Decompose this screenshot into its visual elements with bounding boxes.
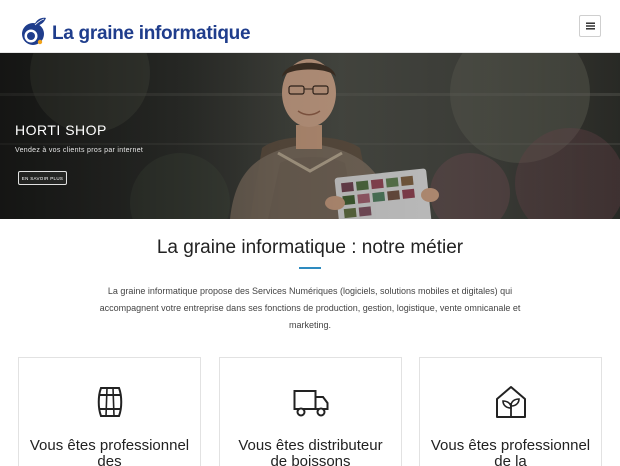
truck-icon: [293, 384, 329, 420]
card-label: Vous êtes professionnel de la: [430, 437, 591, 466]
hero-banner: HORTI SHOP Vendez à vos clients pros par…: [0, 53, 620, 219]
menu-toggle-button[interactable]: [579, 15, 601, 37]
card-beverage-distributor[interactable]: Vous êtes distributeur de boissons: [219, 357, 402, 466]
section-title: La graine informatique : notre métier: [156, 237, 464, 258]
hero-title: HORTI SHOP: [15, 122, 107, 138]
site-header: La graine informatique: [0, 0, 620, 53]
title-divider: [299, 267, 321, 269]
learn-more-button[interactable]: EN SAVOIR PLUS: [18, 171, 67, 185]
site-logo[interactable]: La graine informatique: [20, 16, 251, 48]
hero-subtitle: Vendez à vos clients pros par internet: [15, 147, 144, 154]
logo-text: La graine informatique: [52, 22, 251, 44]
card-professional-horticulture[interactable]: Vous êtes professionnel de la: [419, 357, 602, 466]
hamburger-menu-icon: [585, 22, 595, 30]
card-label: Vous êtes distributeur de boissons: [238, 437, 383, 466]
section-description: La graine informatique propose des Servi…: [99, 286, 521, 330]
barrel-icon: [92, 384, 128, 420]
greenhouse-plant-icon: [493, 384, 529, 420]
card-label: Vous êtes professionnel des: [29, 437, 190, 466]
card-professional-wine[interactable]: Vous êtes professionnel des: [18, 357, 201, 466]
logo-seed-icon: [20, 16, 48, 48]
